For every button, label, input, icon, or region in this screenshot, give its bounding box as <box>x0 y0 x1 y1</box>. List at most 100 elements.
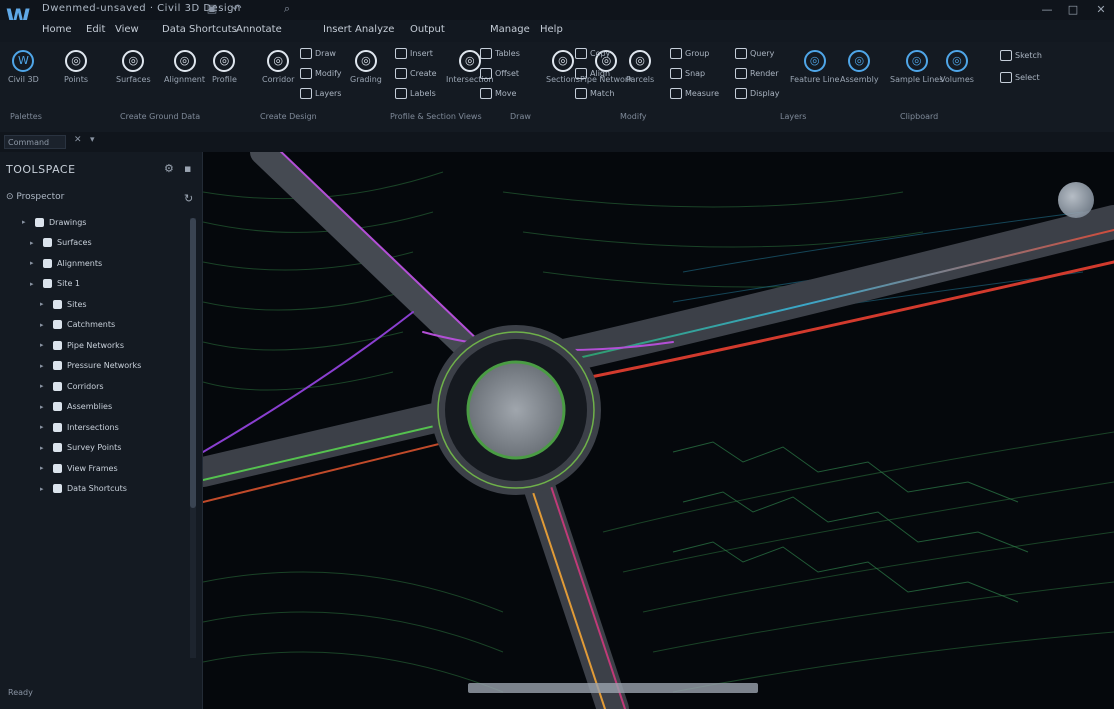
modify-button[interactable]: Modify <box>300 68 342 79</box>
chevron-right-icon[interactable]: ▸ <box>22 218 30 226</box>
create-button[interactable]: Create <box>395 68 437 79</box>
tree-item-label: Site 1 <box>57 279 80 288</box>
tree-item[interactable]: ▸ Data Shortcuts <box>40 481 127 497</box>
chevron-right-icon[interactable]: ▸ <box>40 403 48 411</box>
drawing-canvas[interactable] <box>203 152 1114 709</box>
tree-item[interactable]: ▸ Drawings <box>22 214 86 230</box>
points-button[interactable]: ◎ Points <box>64 50 88 84</box>
tree-item[interactable]: ▸ Survey Points <box>40 440 121 456</box>
chevron-right-icon[interactable]: ▸ <box>40 300 48 308</box>
menu-item-help[interactable]: Help <box>540 24 563 35</box>
refresh-icon[interactable]: ↻ <box>184 192 193 205</box>
tree-item[interactable]: ▸ Surfaces <box>30 235 92 251</box>
align-button[interactable]: Align <box>575 68 610 79</box>
menu-item-manage[interactable]: Manage <box>490 24 530 35</box>
tree-item[interactable]: ▸ View Frames <box>40 460 118 476</box>
command-input[interactable]: Command <box>4 135 66 149</box>
insert-button[interactable]: Insert <box>395 48 433 59</box>
tree-item[interactable]: ▸ Pipe Networks <box>40 337 124 353</box>
profile-button[interactable]: ◎ Profile <box>212 50 237 84</box>
layers-icon <box>300 88 312 99</box>
grading-button[interactable]: ◎ Grading <box>350 50 382 84</box>
drawing-viewport[interactable] <box>203 152 1114 709</box>
tables-button[interactable]: Tables <box>480 48 520 59</box>
snap-button[interactable]: Snap <box>670 68 705 79</box>
chevron-right-icon[interactable]: ▸ <box>30 239 38 247</box>
chevron-right-icon[interactable]: ▸ <box>40 485 48 493</box>
tree-item[interactable]: ▸ Intersections <box>40 419 119 435</box>
menu-item-insert[interactable]: Insert <box>323 24 352 35</box>
select-button[interactable]: Select <box>1000 72 1040 83</box>
chevron-right-icon[interactable]: ▸ <box>40 341 48 349</box>
copy-button[interactable]: Copy <box>575 48 610 59</box>
menu-item-analyze[interactable]: Analyze <box>355 24 394 35</box>
close-icon[interactable]: ✕ <box>1090 2 1112 18</box>
parcel-button[interactable]: ◎ Parcels <box>626 50 654 84</box>
save-icon[interactable]: ▣ <box>205 2 219 16</box>
measure-button[interactable]: Measure <box>670 88 719 99</box>
draw-button[interactable]: Draw <box>300 48 336 59</box>
pin-icon[interactable]: ▪ <box>184 162 191 175</box>
render-button[interactable]: Render <box>735 68 778 79</box>
chevron-right-icon[interactable]: ▸ <box>30 280 38 288</box>
chevron-right-icon[interactable]: ▸ <box>30 259 38 267</box>
group-button[interactable]: Group <box>670 48 709 59</box>
sketch-button[interactable]: Sketch <box>1000 50 1042 61</box>
view-cube-icon[interactable] <box>1058 182 1094 218</box>
menu-item-annotate[interactable]: Annotate <box>236 24 282 35</box>
alignment-button[interactable]: ◎ Alignment <box>164 50 205 84</box>
tree-item[interactable]: ▸ Assemblies <box>40 399 112 415</box>
panel-title: TOOLSPACE <box>6 163 76 176</box>
minimize-icon[interactable]: — <box>1036 2 1058 18</box>
assembly-button[interactable]: ◎ Assembly <box>840 50 879 84</box>
ribbon-button-label: Snap <box>685 69 706 78</box>
tree-item[interactable]: ▸ Alignments <box>30 255 102 271</box>
assembly-icon: ◎ <box>848 50 871 72</box>
menu-item-data-shortcuts[interactable]: Data Shortcuts <box>162 24 237 35</box>
tree-item[interactable]: ▸ Site 1 <box>30 276 80 292</box>
layers-button[interactable]: Layers <box>300 88 341 99</box>
move-button[interactable]: Move <box>480 88 516 99</box>
tree-item[interactable]: ▸ Corridors <box>40 378 104 394</box>
chevron-right-icon[interactable]: ▸ <box>40 444 48 452</box>
horizontal-scrollbar[interactable] <box>468 683 758 693</box>
chevron-right-icon[interactable]: ▸ <box>40 382 48 390</box>
chevron-right-icon[interactable]: ▸ <box>40 464 48 472</box>
tree-item-label: Data Shortcuts <box>67 484 127 493</box>
tree-item[interactable]: ▸ Catchments <box>40 317 115 333</box>
maximize-icon[interactable]: □ <box>1062 2 1084 18</box>
query-button[interactable]: Query <box>735 48 774 59</box>
match-button[interactable]: Match <box>575 88 614 99</box>
volumes-button[interactable]: ◎ Volumes <box>940 50 974 84</box>
tree-item[interactable]: ▸ Pressure Networks <box>40 358 141 374</box>
chevron-down-icon[interactable]: ▾ <box>90 135 95 145</box>
chevron-right-icon[interactable]: ▸ <box>40 423 48 431</box>
featureline-button[interactable]: ◎ Feature Line <box>790 50 839 84</box>
prospector-tab[interactable]: ⊙ Prospector <box>6 192 64 202</box>
align-icon <box>575 68 587 79</box>
menu-item-view[interactable]: View <box>115 24 139 35</box>
surface-button[interactable]: ◎ Surfaces <box>116 50 151 84</box>
undo-icon[interactable]: ↶ <box>230 2 244 16</box>
corridor-button[interactable]: ◎ Corridor <box>262 50 294 84</box>
menu-item-edit[interactable]: Edit <box>86 24 105 35</box>
tree-item[interactable]: ▸ Sites <box>40 296 87 312</box>
folder-icon <box>53 361 62 370</box>
labels-button[interactable]: Labels <box>395 88 436 99</box>
scroll-thumb[interactable] <box>190 218 196 508</box>
menu-item-output[interactable]: Output <box>410 24 445 35</box>
display-button[interactable]: Display <box>735 88 780 99</box>
menu-item-home[interactable]: Home <box>42 24 72 35</box>
ribbon-button-label: Tables <box>495 49 520 58</box>
civil3d-icon: W <box>12 50 35 72</box>
offset-button[interactable]: Offset <box>480 68 519 79</box>
samplelines-button[interactable]: ◎ Sample Lines <box>890 50 943 84</box>
chevron-right-icon[interactable]: ▸ <box>40 362 48 370</box>
settings-icon[interactable]: ⚙ <box>164 162 174 175</box>
search-icon[interactable]: ⌕ <box>280 2 294 16</box>
chevron-right-icon[interactable]: ▸ <box>40 321 48 329</box>
folder-icon <box>35 217 44 227</box>
close-icon[interactable]: ✕ <box>74 135 82 145</box>
civil3d-button[interactable]: W Civil 3D <box>8 50 39 84</box>
sidebar-scrollbar[interactable] <box>190 218 196 658</box>
